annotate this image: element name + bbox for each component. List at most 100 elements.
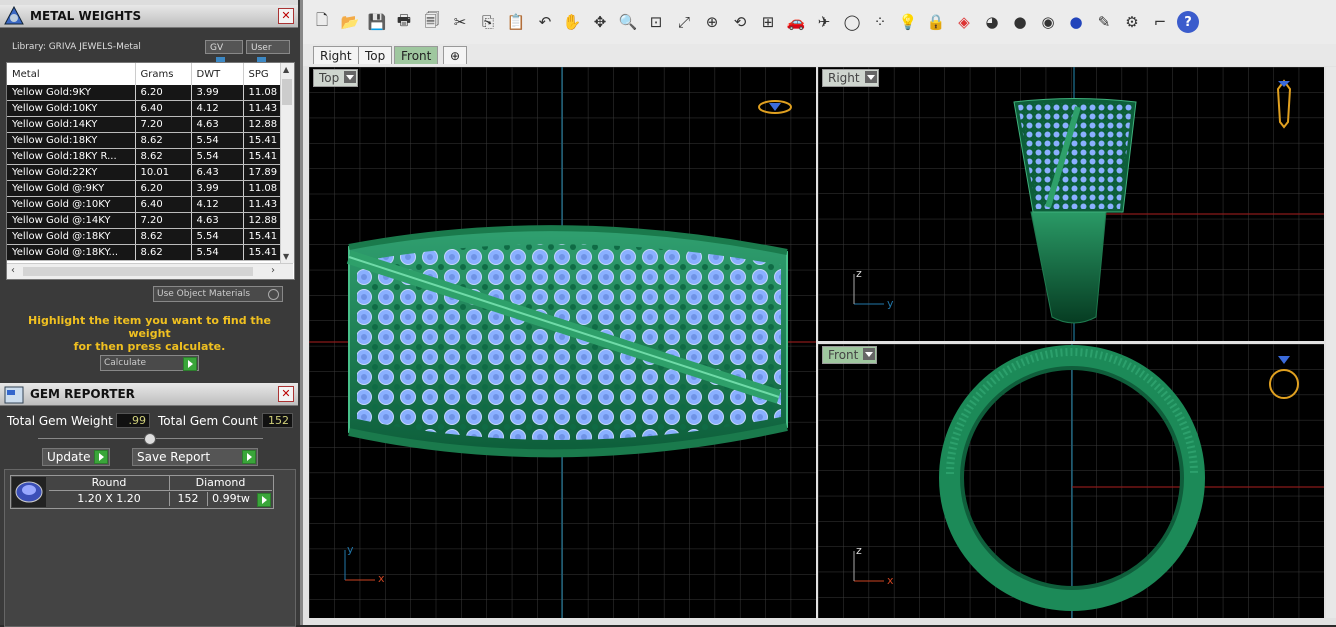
- table-row[interactable]: Yellow Gold @:10KY 6.40 4.12 11.43: [7, 196, 281, 213]
- right-viewport-canvas: yz: [818, 67, 1324, 341]
- gv-button[interactable]: GV: [205, 40, 243, 67]
- table-row[interactable]: Yellow Gold:18KY R... 8.62 5.54 15.41: [7, 148, 281, 165]
- scroll-up-icon[interactable]: ▲: [283, 65, 289, 74]
- chevron-down-icon[interactable]: [864, 71, 877, 83]
- save-report-button[interactable]: Save Report: [132, 448, 258, 466]
- radio-icon[interactable]: [268, 289, 279, 300]
- new-icon[interactable]: 🗋: [311, 11, 333, 33]
- gear-icon[interactable]: ⚙: [1121, 11, 1143, 33]
- column-header-grams[interactable]: Grams: [135, 63, 192, 85]
- scroll-right-icon[interactable]: ›: [271, 265, 275, 276]
- play-icon: [242, 450, 256, 464]
- close-icon[interactable]: ✕: [278, 8, 294, 24]
- car-icon[interactable]: 🚗: [785, 11, 807, 33]
- tab-top[interactable]: Top: [358, 46, 393, 64]
- metal-weights-title: METAL WEIGHTS: [30, 9, 142, 23]
- slider-thumb[interactable]: [144, 433, 156, 445]
- paste-icon[interactable]: 📋: [505, 11, 527, 33]
- bulb-icon[interactable]: 💡: [897, 11, 919, 33]
- right-viewport-label[interactable]: Right: [822, 69, 879, 87]
- table-cell: 8.62: [135, 244, 192, 261]
- zoom-extents-icon[interactable]: ⤢: [673, 11, 695, 33]
- open-icon[interactable]: 📂: [339, 11, 361, 33]
- circle-icon[interactable]: ◯: [841, 11, 863, 33]
- chevron-down-icon[interactable]: [863, 348, 876, 360]
- svg-text:z: z: [856, 544, 862, 557]
- pencil-icon[interactable]: ✎: [1093, 11, 1115, 33]
- undo-icon[interactable]: ↶: [534, 11, 556, 33]
- add-tab-icon[interactable]: ⊕: [443, 46, 467, 64]
- user-button[interactable]: User: [246, 40, 290, 67]
- front-viewport[interactable]: xz Front: [818, 344, 1324, 618]
- table-row[interactable]: Yellow Gold:10KY 6.40 4.12 11.43: [7, 100, 281, 117]
- table-cell: Yellow Gold:18KY: [7, 132, 136, 149]
- gem-material-header: Diamond: [169, 476, 272, 491]
- zoom-window-icon[interactable]: ⊡: [645, 11, 667, 33]
- color-wheel-icon[interactable]: ◕: [981, 11, 1003, 33]
- sphere-grey-icon[interactable]: ●: [1009, 11, 1031, 33]
- cut-icon[interactable]: ✂: [449, 11, 471, 33]
- table-row[interactable]: Yellow Gold:9KY 6.20 3.99 11.08: [7, 85, 281, 101]
- table-cell: 6.40: [135, 100, 192, 117]
- table-row[interactable]: Yellow Gold:22KY 10.01 6.43 17.89: [7, 164, 281, 181]
- chevron-down-icon[interactable]: [344, 71, 357, 83]
- update-button[interactable]: Update: [42, 448, 110, 466]
- table-row[interactable]: Yellow Gold @:18KY 8.62 5.54 15.41: [7, 228, 281, 245]
- points-icon[interactable]: ⁘: [869, 11, 891, 33]
- properties-icon[interactable]: 🗐: [421, 11, 443, 33]
- sphere-blue-icon[interactable]: ●: [1065, 11, 1087, 33]
- horizontal-scrollbar[interactable]: ‹ ›: [7, 263, 293, 279]
- column-header-spg[interactable]: SPG: [243, 63, 281, 85]
- top-viewport[interactable]: xy Top: [309, 67, 816, 618]
- table-row[interactable]: Yellow Gold:14KY 7.20 4.63 12.88: [7, 116, 281, 133]
- gem-reporter-header: GEM REPORTER ✕: [0, 383, 298, 406]
- table-cell: Yellow Gold:9KY: [7, 85, 136, 101]
- sphere-shaded-icon[interactable]: ◉: [1037, 11, 1059, 33]
- top-viewport-label[interactable]: Top: [313, 69, 359, 87]
- front-viewport-label[interactable]: Front: [822, 346, 878, 364]
- scroll-left-icon[interactable]: ‹: [11, 265, 15, 276]
- scroll-down-icon[interactable]: ▼: [283, 252, 289, 261]
- table-cell: 3.99: [191, 180, 244, 197]
- column-header-dwt[interactable]: DWT: [191, 63, 244, 85]
- rotate-view-icon[interactable]: ⟲: [729, 11, 751, 33]
- svg-text:y: y: [347, 543, 354, 556]
- zoom-selected-icon[interactable]: ⊕: [701, 11, 723, 33]
- right-edge-scrollbar[interactable]: [1326, 67, 1336, 618]
- instruction-text: Highlight the item you want to find the …: [6, 314, 293, 353]
- close-icon[interactable]: ✕: [278, 386, 294, 402]
- plane-icon[interactable]: ✈: [813, 11, 835, 33]
- tab-right[interactable]: Right: [313, 46, 359, 64]
- table-cell: Yellow Gold:10KY: [7, 100, 136, 117]
- gem-row[interactable]: Round Diamond 1.20 X 1.20 152 0.99tw: [10, 475, 274, 509]
- save-icon[interactable]: 💾: [366, 11, 388, 33]
- zoom-icon[interactable]: 🔍: [617, 11, 639, 33]
- table-row[interactable]: Yellow Gold:18KY 8.62 5.54 15.41: [7, 132, 281, 149]
- rotate-icon[interactable]: ✥: [589, 11, 611, 33]
- four-view-icon[interactable]: ⊞: [757, 11, 779, 33]
- h-scroll-thumb[interactable]: [23, 267, 253, 276]
- total-gem-count-label: Total Gem Count: [158, 414, 258, 428]
- lock-icon[interactable]: 🔒: [925, 11, 947, 33]
- print-icon[interactable]: 🖶: [393, 11, 415, 33]
- calculate-button[interactable]: Calculate: [100, 355, 199, 371]
- tab-front[interactable]: Front: [394, 46, 439, 64]
- table-row[interactable]: Yellow Gold @:18KY... 8.62 5.54 15.41: [7, 244, 281, 261]
- total-gem-count-value: 152: [262, 413, 293, 428]
- table-row[interactable]: Yellow Gold @:14KY 7.20 4.63 12.88: [7, 212, 281, 229]
- play-icon[interactable]: [257, 493, 271, 507]
- layer-icon[interactable]: ◈: [953, 11, 975, 33]
- help-icon[interactable]: ?: [1177, 11, 1199, 33]
- table-row[interactable]: Yellow Gold @:9KY 6.20 3.99 11.08: [7, 180, 281, 197]
- table-cell: 11.08: [243, 180, 281, 197]
- right-viewport[interactable]: yz Right: [818, 67, 1324, 341]
- dimension-icon[interactable]: ⌐: [1149, 11, 1171, 33]
- use-object-materials-checkbox[interactable]: Use Object Materials: [153, 286, 283, 302]
- column-header-metal[interactable]: Metal: [7, 63, 136, 85]
- table-cell: 5.54: [191, 132, 244, 149]
- scroll-thumb[interactable]: [282, 79, 292, 105]
- vertical-scrollbar[interactable]: ▲ ▼: [280, 63, 294, 263]
- copy-icon[interactable]: ⎘: [477, 11, 499, 33]
- pan-icon[interactable]: ✋: [561, 11, 583, 33]
- table-cell: 15.41: [243, 244, 281, 261]
